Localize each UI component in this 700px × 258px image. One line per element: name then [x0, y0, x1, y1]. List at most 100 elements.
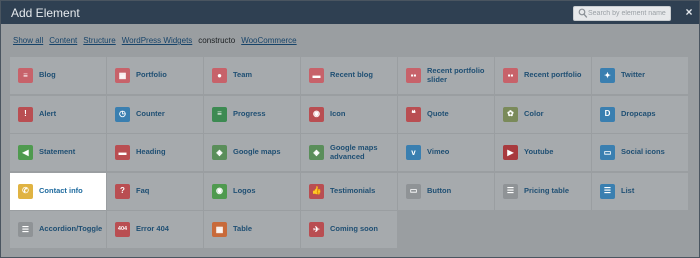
element-tile-coming-soon[interactable]: ✈ Coming soon [301, 211, 397, 248]
add-element-dialog: Add Element × Show all Content Structure Wo… [0, 0, 700, 258]
element-label: Team [233, 70, 253, 80]
filter-wordpress-widgets[interactable]: WordPress Widgets [122, 36, 193, 48]
element-tile-recent-portfolio[interactable]: ▪▪ Recent portfolio [495, 57, 591, 94]
contact-info-icon: ✆ [18, 183, 33, 199]
vimeo-icon: v [406, 145, 421, 160]
button-icon: ▭ [406, 183, 421, 199]
pricing-table-icon: ☰ [503, 183, 518, 199]
blog-icon: ≡ [18, 68, 33, 83]
filter-structure[interactable]: Structure [83, 36, 115, 48]
element-tile-recent-blog[interactable]: ▬ Recent blog [301, 57, 397, 94]
coming-soon-icon: ✈ [309, 222, 324, 237]
element-label: Icon [330, 108, 346, 118]
filter-constructo[interactable]: constructo [198, 36, 235, 48]
element-tile-statement[interactable]: ◀ Statement [10, 134, 106, 171]
element-label: Counter [136, 108, 165, 118]
team-icon: ● [212, 68, 227, 83]
element-tile-google-maps-advanced[interactable]: ◈ Google maps advanced [301, 134, 397, 171]
element-tile-portfolio[interactable]: ▦ Portfolio [107, 57, 203, 94]
element-label: Progress [233, 108, 266, 118]
element-tile-youtube[interactable]: ▶ Youtube [495, 134, 591, 171]
table-icon: ▦ [212, 222, 227, 237]
element-tile-counter[interactable]: ◷ Counter [107, 95, 203, 133]
element-tile-list[interactable]: ☰ List [592, 172, 688, 210]
element-tile-recent-portfolio-slider[interactable]: ▪▪ Recent portfolio slider [398, 57, 494, 94]
element-tile-accordion-toggle[interactable]: ☰ Accordion/Toggle [10, 211, 106, 248]
element-search-box[interactable] [573, 6, 671, 21]
element-label: Youtube [524, 147, 554, 157]
element-tile-blog[interactable]: ≡ Blog [10, 57, 106, 94]
search-input[interactable] [588, 7, 670, 20]
filter-content[interactable]: Content [49, 36, 77, 48]
element-label: Twitter [621, 70, 646, 80]
filter-woocommerce[interactable]: WooCommerce [241, 36, 296, 48]
element-label: Table [233, 224, 253, 234]
element-tile-testimonials[interactable]: 👍 Testimonials [301, 172, 397, 210]
search-icon [578, 8, 588, 18]
element-label: Alert [39, 108, 57, 118]
element-label: Contact info [39, 185, 83, 195]
element-label: Portfolio [136, 70, 167, 80]
filter-show-all[interactable]: Show all [13, 36, 43, 48]
element-label: List [621, 185, 635, 195]
element-tile-social-icons[interactable]: ▭ Social icons [592, 134, 688, 171]
category-filters: Show all Content Structure WordPress Widget… [13, 36, 297, 48]
element-label: Logos [233, 185, 256, 195]
error-404-icon: 404 [115, 222, 130, 237]
element-tile-contact-info[interactable]: ✆ Contact info [10, 172, 106, 210]
element-tile-google-maps[interactable]: ◈ Google maps [204, 134, 300, 171]
dialog-title: Add Element [11, 6, 80, 20]
youtube-icon: ▶ [503, 145, 518, 160]
alert-icon: ! [18, 106, 33, 122]
dialog-header: Add Element × [1, 1, 699, 24]
heading-icon: ▬ [115, 145, 130, 160]
element-tile-progress[interactable]: ≡ Progress [204, 95, 300, 133]
element-tile-button[interactable]: ▭ Button [398, 172, 494, 210]
element-label: Faq [136, 185, 150, 195]
element-label: Social icons [621, 147, 665, 157]
element-label: Google maps advanced [330, 142, 378, 161]
statement-icon: ◀ [18, 145, 33, 160]
element-label: Recent blog [330, 70, 373, 80]
twitter-icon: ✦ [600, 68, 615, 83]
element-tile-dropcaps[interactable]: D Dropcaps [592, 95, 688, 133]
google-maps-advanced-icon: ◈ [309, 145, 324, 160]
element-tile-vimeo[interactable]: v Vimeo [398, 134, 494, 171]
element-tile-table[interactable]: ▦ Table [204, 211, 300, 248]
counter-icon: ◷ [115, 106, 130, 122]
element-tile-quote[interactable]: ❝ Quote [398, 95, 494, 133]
progress-icon: ≡ [212, 106, 227, 122]
close-icon[interactable]: × [682, 4, 696, 20]
element-label: Recent portfolio [524, 70, 582, 80]
element-label: Color [524, 108, 544, 118]
social-icons-icon: ▭ [600, 145, 615, 160]
element-label: Blog [39, 70, 56, 80]
logos-icon: ◉ [212, 183, 227, 199]
recent-blog-icon: ▬ [309, 68, 324, 83]
element-label: Dropcaps [621, 108, 656, 118]
element-tile-heading[interactable]: ▬ Heading [107, 134, 203, 171]
element-tile-faq[interactable]: ? Faq [107, 172, 203, 210]
accordion-toggle-icon: ☰ [18, 222, 33, 237]
element-grid: ≡ Blog ▦ Portfolio ● Team ▬ Recent blog ▪▪ Recent… [10, 57, 688, 248]
element-tile-icon[interactable]: ◉ Icon [301, 95, 397, 133]
element-tile-error-404[interactable]: 404 Error 404 [107, 211, 203, 248]
element-label: Heading [136, 147, 166, 157]
element-label: Google maps [233, 147, 281, 157]
recent-portfolio-icon: ▪▪ [503, 68, 518, 83]
element-tile-color[interactable]: ✿ Color [495, 95, 591, 133]
element-label: Testimonials [330, 185, 376, 195]
faq-icon: ? [115, 183, 130, 199]
element-tile-logos[interactable]: ◉ Logos [204, 172, 300, 210]
element-tile-pricing-table[interactable]: ☰ Pricing table [495, 172, 591, 210]
element-label: Accordion/Toggle [39, 224, 103, 234]
testimonials-icon: 👍 [309, 183, 324, 199]
icon-element-icon: ◉ [309, 106, 324, 122]
element-label: Statement [39, 147, 76, 157]
element-label: Coming soon [330, 224, 378, 234]
element-tile-twitter[interactable]: ✦ Twitter [592, 57, 688, 94]
element-tile-team[interactable]: ● Team [204, 57, 300, 94]
color-icon: ✿ [503, 106, 518, 122]
element-tile-alert[interactable]: ! Alert [10, 95, 106, 133]
element-label: Recent portfolio slider [427, 65, 485, 84]
